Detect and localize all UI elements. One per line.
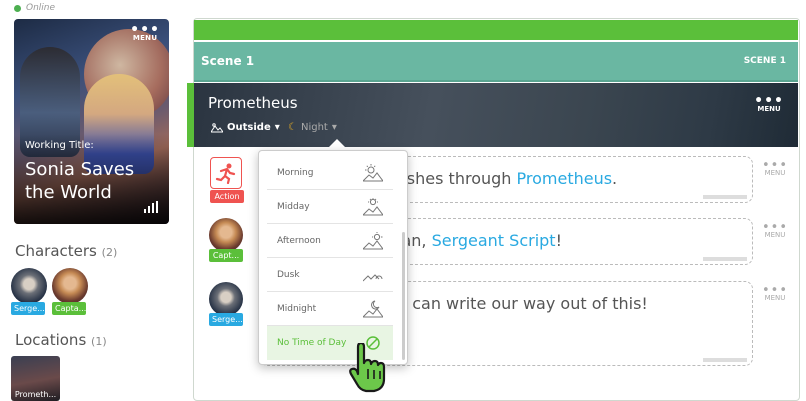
character-chip[interactable]: Serge... — [209, 282, 243, 326]
character-chip[interactable]: Capt... — [209, 218, 243, 262]
characters-heading: Characters (2) — [15, 242, 118, 260]
story-cover[interactable]: ••• MENU Working Title: Sonia Saves the … — [14, 19, 169, 224]
heading-accent — [187, 83, 194, 147]
character-chip[interactable]: Capta... — [52, 268, 88, 315]
outside-landscape-icon — [211, 122, 223, 132]
line-menu-button[interactable]: ••• MENU — [762, 283, 789, 302]
sun-high-icon — [363, 198, 383, 216]
character-chip[interactable]: Serge... — [11, 268, 47, 315]
chevron-down-icon: ▾ — [274, 122, 280, 133]
story-title: Sonia Saves the World — [25, 159, 135, 203]
line-tag: Serge... — [209, 313, 243, 326]
line-tag: Capt... — [209, 249, 243, 262]
stats-bars-icon[interactable] — [144, 201, 158, 213]
location-thumbnail[interactable]: Prometh... — [11, 356, 60, 401]
act-bar[interactable] — [194, 20, 798, 40]
scene-bar[interactable]: Scene 1 SCENE 1 — [194, 42, 798, 82]
moon-icon: ☾ — [288, 122, 297, 133]
more-dots-icon: ••• — [130, 22, 160, 38]
sunrise-icon — [363, 164, 383, 182]
character-tag: Capta... — [52, 302, 86, 315]
avatar — [11, 268, 47, 304]
location-label: Prometh... — [14, 390, 57, 399]
menu-item-midnight[interactable]: Midnight — [267, 292, 393, 326]
more-dots-icon: ••• — [762, 283, 789, 298]
cover-menu-label: MENU — [132, 34, 158, 42]
character-link[interactable]: Prometheus — [517, 169, 613, 188]
sunset-icon — [363, 274, 383, 282]
character-link[interactable]: Sergeant Script — [432, 231, 556, 250]
heading-menu-button[interactable]: ••• MENU — [754, 93, 784, 113]
menu-item-morning[interactable]: Morning — [267, 156, 393, 190]
setting-dropdown[interactable]: Outside ▾ — [211, 122, 280, 133]
cover-menu-button[interactable]: ••• MENU — [130, 22, 160, 42]
hand-cursor-icon — [349, 343, 386, 393]
working-title-label: Working Title: — [25, 140, 94, 151]
menu-item-dusk[interactable]: Dusk — [267, 258, 393, 292]
more-dots-icon: ••• — [762, 220, 789, 235]
scene-number: SCENE 1 — [743, 56, 786, 66]
avatar — [209, 218, 243, 252]
running-person-icon — [210, 157, 242, 189]
chevron-down-icon: ▾ — [331, 122, 337, 133]
menu-scrollbar[interactable] — [402, 232, 405, 360]
line-menu-button[interactable]: ••• MENU — [762, 158, 789, 177]
dropdown-caret — [326, 139, 348, 150]
locations-heading: Locations (1) — [15, 331, 107, 349]
avatar — [52, 268, 88, 304]
online-status: Online — [14, 3, 55, 13]
scene-title: Scene 1 — [201, 54, 255, 68]
scene-location-title[interactable]: Prometheus — [208, 94, 298, 112]
line-tag: Action — [210, 190, 244, 203]
character-tag: Serge... — [11, 302, 45, 315]
online-dot-icon — [14, 4, 21, 12]
menu-item-afternoon[interactable]: Afternoon — [267, 224, 393, 258]
more-dots-icon: ••• — [762, 158, 789, 173]
sun-low-icon — [363, 232, 383, 250]
time-of-day-dropdown[interactable]: ☾ Night ▾ — [288, 122, 337, 133]
line-menu-button[interactable]: ••• MENU — [762, 220, 789, 239]
action-chip[interactable]: Action — [210, 157, 244, 203]
menu-item-midday[interactable]: Midday — [267, 190, 393, 224]
scene-heading-card[interactable]: Prometheus Outside ▾ ☾ Night ▾ ••• MENU — [187, 83, 798, 147]
moon-icon — [363, 300, 383, 318]
time-of-day-menu: Morning Midday Afternoon Dusk Midnight N… — [258, 150, 408, 365]
online-label: Online — [26, 3, 56, 13]
more-dots-icon: ••• — [754, 93, 784, 109]
avatar — [209, 282, 243, 316]
